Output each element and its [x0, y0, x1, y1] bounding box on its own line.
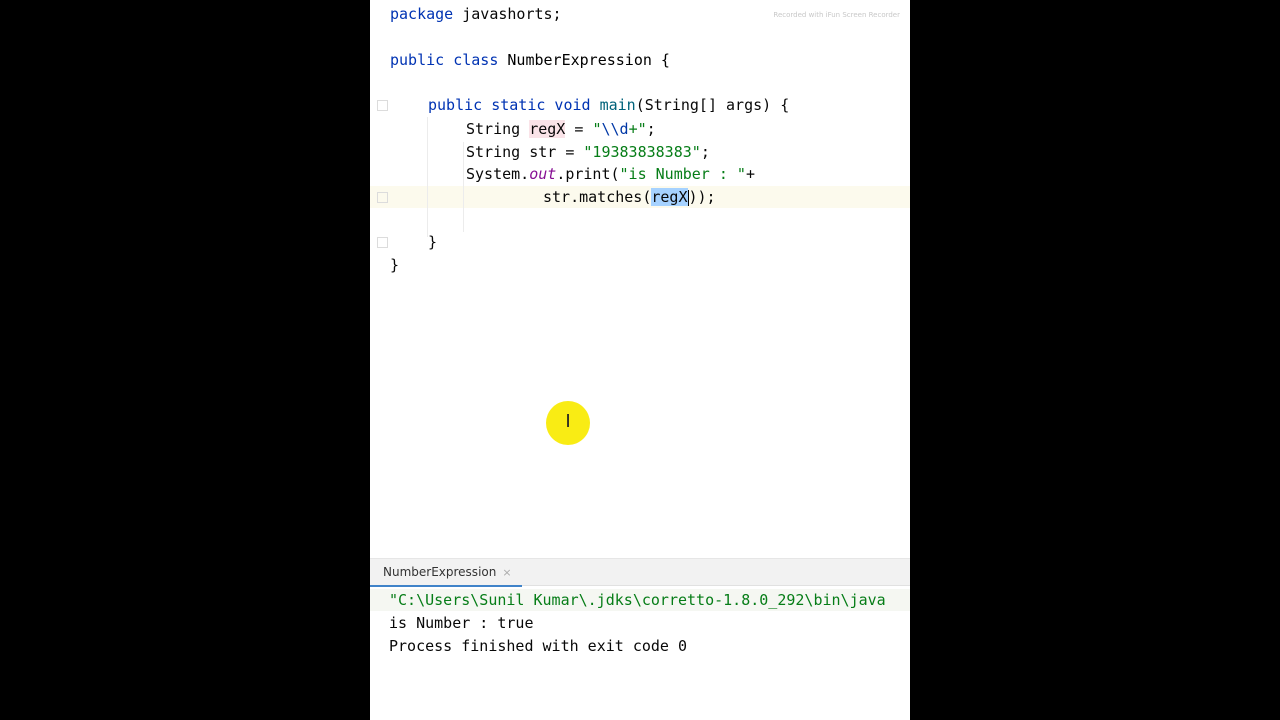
recorder-watermark: Recorded with iFun Screen Recorder	[773, 11, 900, 19]
method-name: main	[590, 96, 636, 114]
tab-label: NumberExpression	[383, 565, 497, 579]
ide-window: Recorded with iFun Screen Recorder packa…	[370, 0, 910, 720]
keyword: package	[390, 5, 454, 23]
code-line-str: String str = "19383838383";	[466, 141, 710, 163]
keyword: public class	[390, 51, 499, 69]
code-line-close-method: }	[428, 231, 437, 253]
code-text: str.matches(	[543, 188, 652, 206]
code-text: +	[745, 165, 755, 183]
code-line-class: public class NumberExpression {	[390, 49, 670, 71]
code-text: ;	[646, 120, 656, 138]
brace: }	[390, 256, 400, 274]
fold-icon[interactable]	[377, 192, 388, 203]
run-panel: NumberExpression × "C:\Users\Sunil Kumar…	[370, 558, 910, 720]
string-escape: \\d	[601, 120, 629, 138]
code-line-close-class: }	[390, 254, 399, 276]
fold-icon[interactable]	[377, 100, 388, 111]
text-cursor-icon: I	[565, 411, 571, 432]
code-line-matches: str.matches(regX));	[543, 186, 716, 208]
string-literal: "is Number : "	[619, 165, 746, 183]
keyword: public static void	[428, 96, 591, 114]
variable-regx: regX	[529, 120, 566, 138]
brace: }	[428, 233, 438, 251]
code-text: .print(	[556, 165, 620, 183]
code-line-print: System.out.print("is Number : "+	[466, 163, 755, 185]
fold-icon[interactable]	[377, 237, 388, 248]
indent-guide	[427, 117, 428, 237]
close-icon[interactable]: ×	[502, 566, 511, 579]
code-line-main: public static void main(String[] args) {	[428, 94, 789, 116]
code-text: String str =	[466, 143, 584, 161]
code-text: ));	[688, 188, 716, 206]
tab-number-expression[interactable]: NumberExpression ×	[370, 559, 522, 587]
code-text: javashorts;	[453, 5, 562, 23]
code-text: System.	[466, 165, 530, 183]
code-editor[interactable]: Recorded with iFun Screen Recorder packa…	[370, 0, 910, 558]
class-name: NumberExpression {	[498, 51, 670, 69]
code-line-package: package javashorts;	[390, 3, 562, 25]
console-output-line: is Number : true	[389, 614, 534, 632]
console-command-line: "C:\Users\Sunil Kumar\.jdks\corretto-1.8…	[389, 591, 886, 609]
string-literal: "19383838383"	[583, 143, 701, 161]
static-field: out	[529, 165, 557, 183]
code-text: (String[] args) {	[635, 96, 790, 114]
indent-guide	[463, 142, 464, 232]
code-text: =	[565, 120, 593, 138]
code-line-regx: String regX = "\\d+";	[466, 118, 656, 140]
string-literal: +"	[628, 120, 647, 138]
run-panel-header: NumberExpression ×	[370, 559, 910, 587]
selected-text: regX	[651, 188, 688, 206]
code-text: ;	[700, 143, 710, 161]
type-name: String	[466, 120, 530, 138]
console-exit-line: Process finished with exit code 0	[389, 637, 688, 655]
